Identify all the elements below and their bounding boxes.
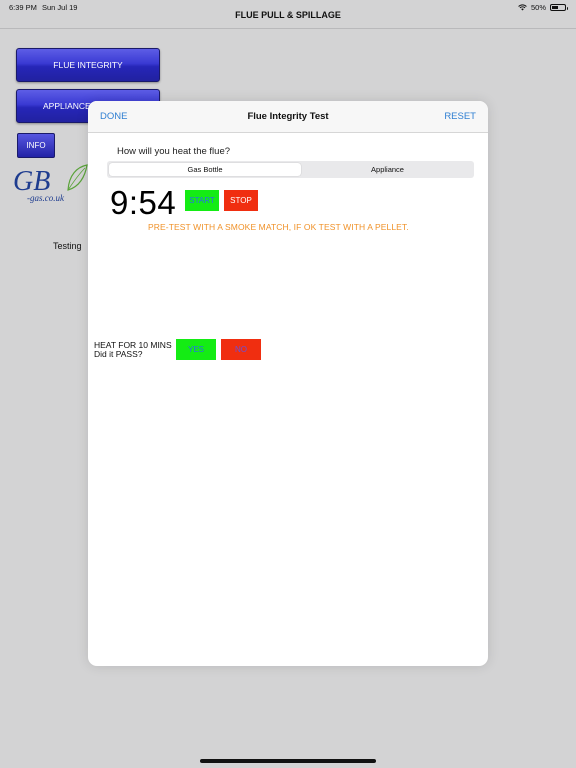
countdown-timer: 9:54 [110,184,177,221]
nav-title: FLUE PULL & SPILLAGE [235,10,341,20]
segment-appliance[interactable]: Appliance [303,163,472,176]
segment-gas-bottle[interactable]: Gas Bottle [109,163,301,176]
nav-divider [0,28,576,29]
logo-sub-text: -gas.co.uk [27,193,64,203]
stop-button[interactable]: STOP [224,190,258,211]
flue-integrity-button[interactable]: FLUE INTEGRITY [16,48,160,82]
heat-question: How will you heat the flue? [117,146,231,157]
battery-fill [552,6,558,9]
yes-button[interactable]: YES [176,339,216,360]
home-indicator[interactable] [200,759,376,763]
background-testing-text: Testing [53,241,82,251]
no-button[interactable]: NO [221,339,261,360]
reset-button[interactable]: RESET [444,111,476,122]
modal-title: Flue Integrity Test [247,111,329,122]
info-button[interactable]: INFO [17,133,55,158]
pass-question-label: Did it PASS? [94,349,143,359]
leaf-icon [67,164,88,191]
pretest-instruction: PRE-TEST WITH A SMOKE MATCH, IF OK TEST … [148,222,409,232]
modal-header: DONE Flue Integrity Test RESET [88,101,488,133]
heat-source-segmented-control: Gas Bottle Appliance [107,161,474,178]
gb-gas-logo: GB -gas.co.uk [13,162,89,210]
heat-prompt: HEAT FOR 10 MINS Did it PASS? [94,341,172,359]
start-button[interactable]: START [185,190,219,211]
flue-integrity-modal: DONE Flue Integrity Test RESET How will … [88,101,488,666]
